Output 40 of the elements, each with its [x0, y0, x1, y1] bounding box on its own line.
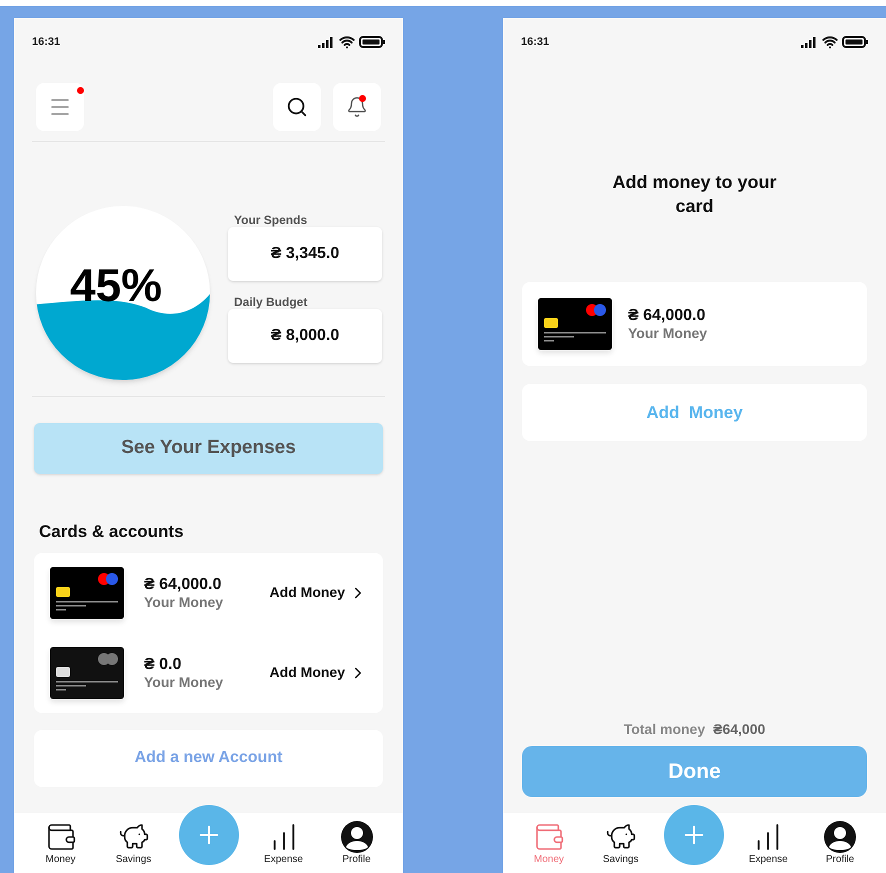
nav-tab[interactable]: Expense [256, 821, 312, 867]
battery-icon [842, 36, 868, 48]
signal-icon [801, 36, 818, 48]
total-value: ₴64,000 [713, 720, 766, 739]
signal-icon [318, 36, 335, 48]
card-caption: Your Money [628, 325, 708, 341]
search-button[interactable] [273, 83, 321, 131]
wifi-icon [822, 34, 838, 50]
status-time: 16:31 [32, 34, 60, 50]
add-money-link[interactable]: Add Money [270, 582, 367, 603]
add-money-link[interactable]: Add Money [270, 662, 367, 683]
card-caption: Your Money [144, 594, 224, 610]
bell-icon [346, 96, 368, 118]
nav-tab[interactable]: Savings [106, 821, 162, 867]
screen-title: Add money to your card [611, 171, 778, 218]
stat-label: Daily Budget [233, 295, 308, 309]
see-expenses-button[interactable]: See Your Expenses [34, 423, 383, 474]
profile-icon [824, 821, 856, 853]
battery-icon [359, 36, 385, 48]
nav-tab[interactable]: Profile [328, 821, 384, 867]
search-icon [286, 96, 308, 118]
notifications-button[interactable] [333, 83, 381, 131]
menu-button[interactable] [36, 83, 84, 131]
profile-icon [340, 821, 372, 853]
nav-tab[interactable]: Profile [812, 821, 868, 867]
card-balance: ₴ 64,000.0 [628, 307, 706, 325]
card-caption: Your Money [144, 674, 224, 690]
card-balance: ₴ 0.0 [144, 656, 182, 674]
card-balance: ₴ 64,000.0 [144, 576, 222, 594]
total-label: Total money [624, 720, 706, 739]
nav-tab[interactable]: Expense [740, 821, 796, 867]
stat-card: ₴ 8,000.0 [228, 309, 382, 363]
wifi-icon [339, 34, 355, 50]
section-title: Cards & accounts [38, 521, 185, 543]
nav-tab[interactable]: Money [32, 821, 88, 867]
status-time: 16:31 [521, 34, 550, 50]
nav-tab[interactable]: Savings [592, 821, 649, 867]
stat-label: Your Spends [233, 213, 308, 227]
gauge-percent: 45% [70, 262, 162, 308]
stat-card: ₴ 3,345.0 [228, 227, 382, 281]
